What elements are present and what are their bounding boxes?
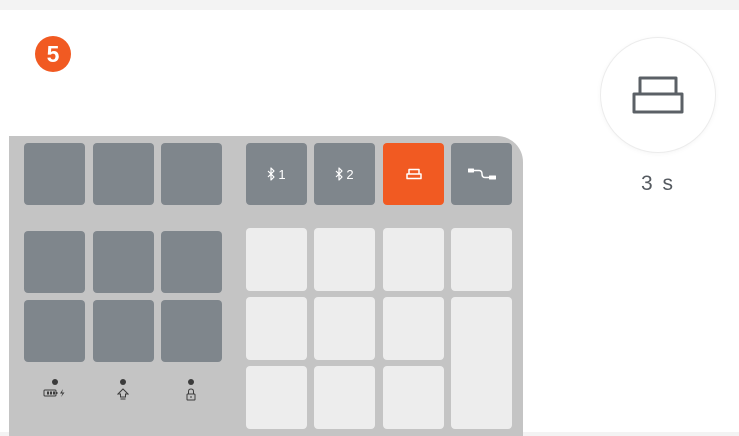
num-lock-icon [186, 388, 196, 401]
keyboard-illustration: 1 2 [9, 136, 523, 436]
battery-charging-icon [43, 389, 65, 397]
numpad-key [314, 297, 375, 360]
easy-switch-key-usb[interactable] [451, 143, 512, 205]
numpad-key [314, 228, 375, 291]
keyboard-key [93, 231, 154, 293]
easy-switch-key-bluetooth-1[interactable]: 1 [246, 143, 307, 205]
receiver-hold-indicator [601, 38, 715, 152]
easy-switch-key-label: 2 [346, 166, 354, 182]
numpad-key [314, 366, 375, 429]
numpad-key [246, 228, 307, 291]
numpad-key [383, 366, 444, 429]
easy-switch-key-label: 1 [278, 166, 286, 182]
step-number-badge: 5 [35, 36, 71, 72]
hold-duration-label: 3 s [640, 172, 675, 195]
indicator-light [120, 379, 126, 385]
bluetooth-icon [335, 167, 343, 181]
numpad-key [246, 366, 307, 429]
keyboard-key [24, 143, 85, 205]
numpad-key [451, 228, 512, 291]
easy-switch-key-receiver[interactable] [383, 143, 444, 205]
receiver-icon [405, 168, 422, 180]
indicator-light [52, 379, 58, 385]
usb-cable-icon [467, 168, 496, 180]
receiver-icon [632, 76, 684, 114]
keyboard-key [93, 143, 154, 205]
keyboard-key [24, 300, 85, 362]
keyboard-key [161, 300, 222, 362]
indicator-light [188, 379, 194, 385]
keyboard-key [161, 231, 222, 293]
caps-lock-indicator [110, 379, 136, 400]
numpad-plus-key [451, 297, 512, 429]
numpad-key [383, 228, 444, 291]
battery-indicator [42, 379, 68, 398]
bluetooth-icon [267, 167, 275, 181]
numpad-key [246, 297, 307, 360]
num-lock-indicator [178, 379, 204, 401]
keyboard-key [24, 231, 85, 293]
easy-switch-key-bluetooth-2[interactable]: 2 [314, 143, 375, 205]
keyboard-key [93, 300, 154, 362]
caps-lock-icon [117, 388, 129, 400]
keyboard-key [161, 143, 222, 205]
numpad-key [383, 297, 444, 360]
